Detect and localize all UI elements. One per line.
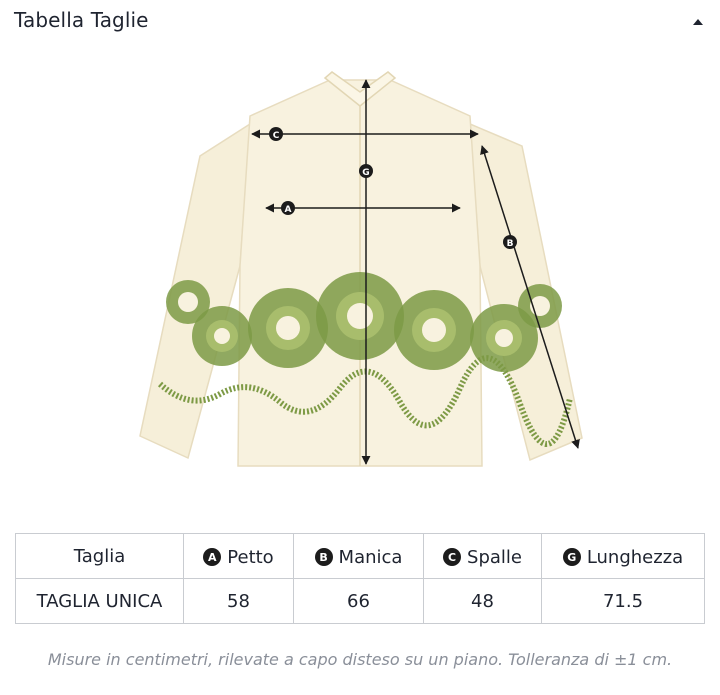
badge-a: A: [203, 548, 222, 566]
cell-spalle: 48: [423, 578, 542, 624]
marker-a: A: [281, 201, 295, 215]
measurement-note: Misure in centimetri, rilevate a capo di…: [47, 650, 673, 669]
shirt-measurement-diagram: C A G B: [130, 66, 590, 476]
badge-b: B: [314, 548, 333, 566]
size-table: Taglia A Petto B Manica C Spalle G Lunghezza…: [15, 533, 705, 624]
header-manica: B Manica: [293, 533, 424, 579]
table-row: TAGLIA UNICA 58 66 48 71.5: [15, 578, 705, 624]
badge-c: C: [443, 548, 462, 566]
marker-b: B: [503, 235, 517, 249]
size-chart-header[interactable]: Tabella Taglie: [0, 0, 720, 44]
header-spalle: C Spalle: [423, 533, 542, 579]
header-taglia: Taglia: [15, 533, 184, 579]
svg-text:A: A: [285, 205, 292, 215]
svg-text:G: G: [362, 168, 369, 178]
svg-text:B: B: [507, 239, 514, 249]
header-label: Spalle: [467, 546, 522, 568]
svg-text:C: C: [273, 131, 280, 141]
shirt-illustration: C A G B: [139, 71, 583, 467]
badge-g: G: [562, 548, 581, 566]
header-label: Petto: [227, 546, 274, 568]
header-petto: A Petto: [183, 533, 294, 579]
header-label: Manica: [338, 546, 403, 568]
caret-up-icon[interactable]: [690, 14, 706, 30]
header-label: Taglia: [73, 545, 126, 567]
cell-petto: 58: [183, 578, 294, 624]
cell-size: TAGLIA UNICA: [15, 578, 184, 624]
table-header-row: Taglia A Petto B Manica C Spalle G Lunghezza: [15, 533, 705, 579]
marker-c: C: [269, 127, 283, 141]
header-lunghezza: G Lunghezza: [541, 533, 705, 579]
marker-g: G: [359, 164, 373, 178]
section-title: Tabella Taglie: [14, 8, 149, 32]
header-label: Lunghezza: [586, 546, 684, 568]
cell-lunghezza: 71.5: [541, 578, 705, 624]
cell-manica: 66: [293, 578, 424, 624]
